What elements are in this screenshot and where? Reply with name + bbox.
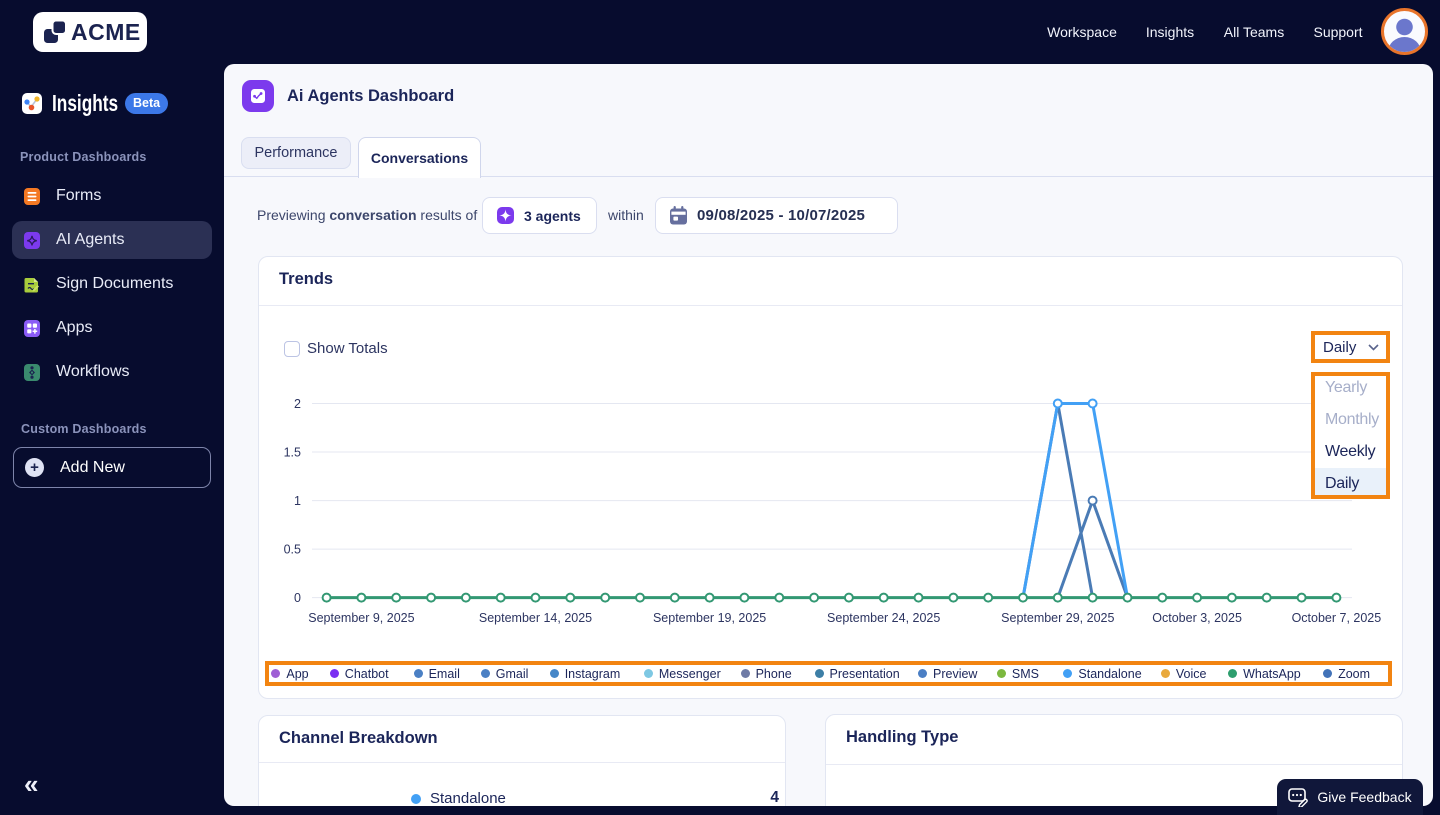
svg-text:September 19, 2025: September 19, 2025 — [653, 611, 766, 625]
svg-text:0: 0 — [294, 591, 301, 605]
svg-text:1: 1 — [294, 494, 301, 508]
svg-text:September 29, 2025: September 29, 2025 — [1001, 611, 1114, 625]
svg-text:1.5: 1.5 — [284, 446, 301, 460]
svg-text:September 14, 2025: September 14, 2025 — [479, 611, 592, 625]
svg-text:September 24, 2025: September 24, 2025 — [827, 611, 940, 625]
svg-text:October 3, 2025: October 3, 2025 — [1152, 611, 1242, 625]
svg-text:0.5: 0.5 — [284, 543, 301, 557]
svg-text:September 9, 2025: September 9, 2025 — [308, 611, 414, 625]
svg-text:October 7, 2025: October 7, 2025 — [1292, 611, 1382, 625]
svg-text:2: 2 — [294, 397, 301, 411]
